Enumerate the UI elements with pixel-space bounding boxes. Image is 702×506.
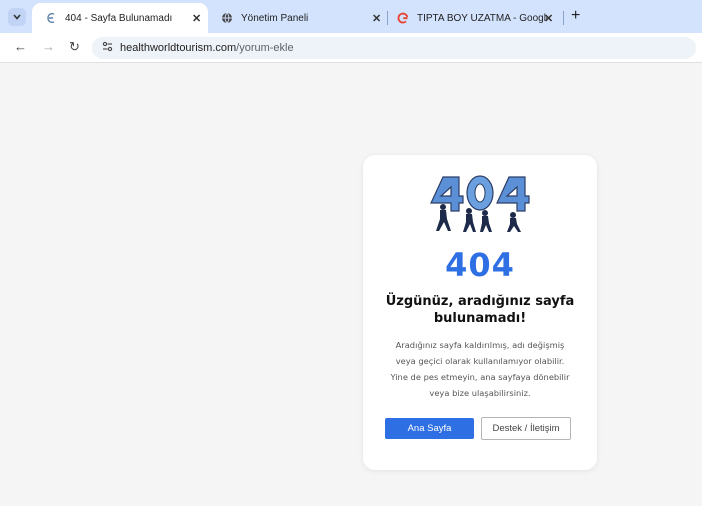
globe-icon bbox=[220, 11, 234, 25]
e-favicon-icon bbox=[44, 11, 58, 25]
new-tab-icon[interactable]: + bbox=[571, 8, 580, 24]
tab-search-button[interactable] bbox=[8, 8, 26, 26]
error-card: 404 Üzgünüz, aradığınız sayfa bulunamadı… bbox=[363, 155, 597, 470]
google-icon bbox=[396, 11, 410, 25]
tab-404[interactable]: 404 - Sayfa Bulunamadı ✕ bbox=[32, 3, 208, 33]
close-tab-icon[interactable]: ✕ bbox=[192, 12, 201, 25]
tab-separator bbox=[387, 11, 388, 25]
back-arrow-icon[interactable]: ← bbox=[14, 39, 27, 55]
error-heading: Üzgünüz, aradığınız sayfa bulunamadı! bbox=[385, 294, 575, 326]
404-illustration-icon bbox=[430, 175, 530, 232]
page-viewport: 404 Üzgünüz, aradığınız sayfa bulunamadı… bbox=[0, 64, 702, 506]
tab-title: Yönetim Paneli bbox=[241, 12, 309, 24]
browser-toolbar: ← → ↻ healthworldtourism.com/yorum-ekle bbox=[0, 33, 702, 63]
tab-yonetim[interactable]: Yönetim Paneli ✕ bbox=[214, 3, 386, 33]
site-info-icon[interactable] bbox=[102, 41, 113, 55]
tab-title: TIPTA BOY UZATMA - Google'd bbox=[417, 12, 547, 24]
chevron-down-icon bbox=[13, 14, 21, 20]
close-tab-icon[interactable]: ✕ bbox=[544, 12, 553, 25]
description-line: Yine de pes etmeyin, ana sayfaya dönebil… bbox=[390, 372, 570, 382]
close-tab-icon[interactable]: ✕ bbox=[372, 12, 381, 25]
error-code: 404 bbox=[445, 246, 515, 284]
tab-separator bbox=[563, 11, 564, 25]
support-contact-button[interactable]: Destek / İletişim bbox=[481, 417, 571, 440]
url-path: /yorum-ekle bbox=[236, 42, 294, 54]
url-text: healthworldtourism.com/yorum-ekle bbox=[120, 42, 294, 54]
error-description: Aradığınız sayfa kaldırılmış, adı değişm… bbox=[377, 337, 583, 401]
tab-google[interactable]: TIPTA BOY UZATMA - Google'd ✕ bbox=[392, 3, 562, 33]
tab-title: 404 - Sayfa Bulunamadı bbox=[65, 12, 173, 24]
home-button[interactable]: Ana Sayfa bbox=[385, 418, 474, 439]
url-host: healthworldtourism.com bbox=[120, 42, 237, 54]
tab-strip: 404 - Sayfa Bulunamadı ✕ Yönetim Paneli … bbox=[0, 0, 702, 33]
description-line: veya bize ulaşabilirsiniz. bbox=[429, 388, 531, 398]
reload-icon[interactable]: ↻ bbox=[69, 39, 80, 55]
description-line: Aradığınız sayfa kaldırılmış, adı değişm… bbox=[395, 340, 565, 350]
forward-arrow-icon[interactable]: → bbox=[42, 39, 55, 55]
description-line: veya geçici olarak kullanılamıyor olabil… bbox=[395, 356, 565, 366]
address-bar[interactable]: healthworldtourism.com/yorum-ekle bbox=[92, 37, 696, 59]
